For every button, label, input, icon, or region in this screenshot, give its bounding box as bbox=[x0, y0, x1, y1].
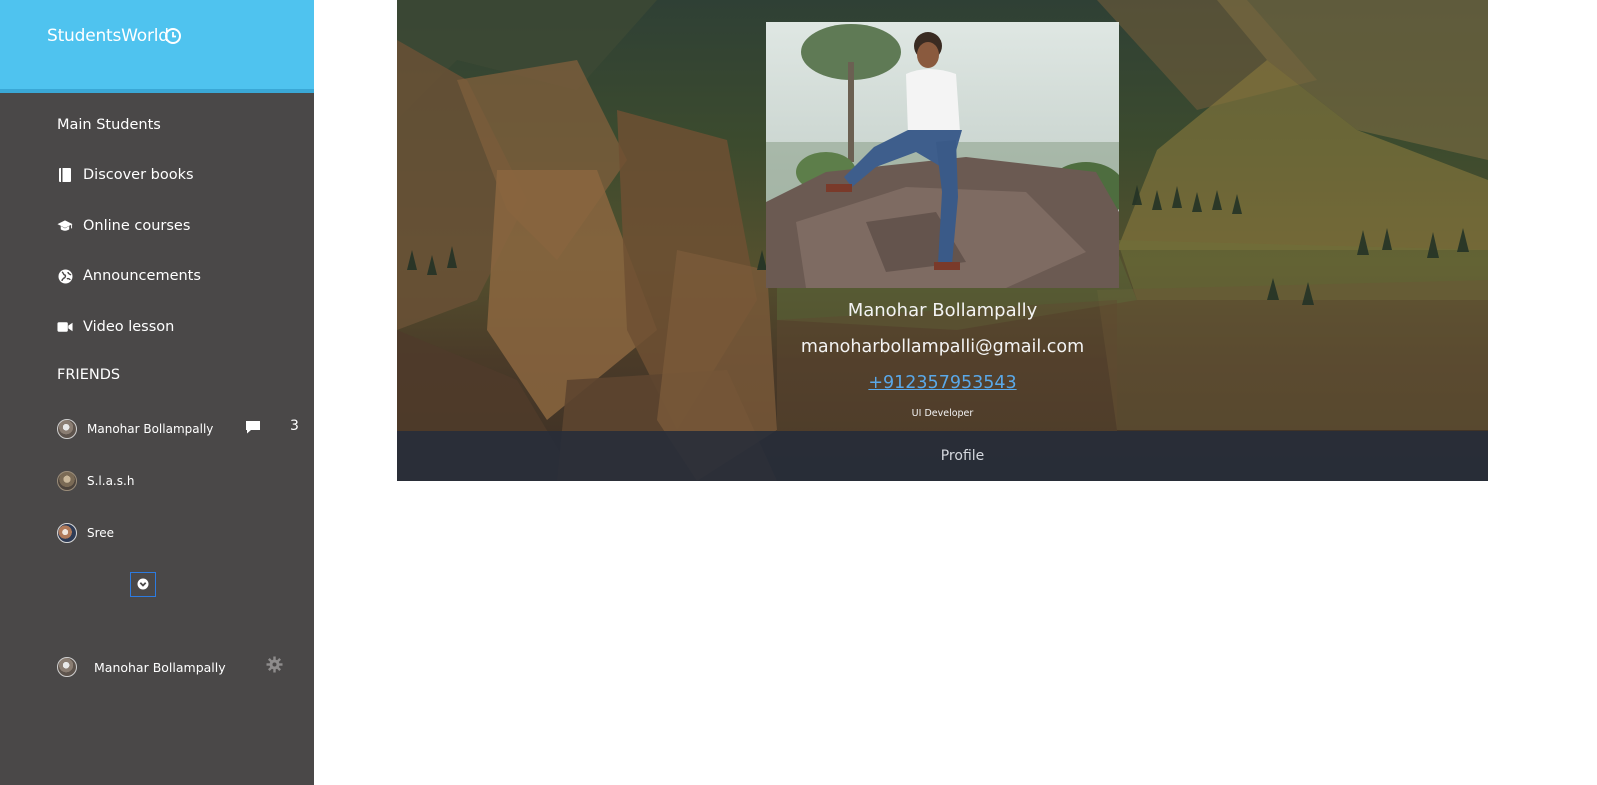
current-user[interactable]: Manohar Bollampally bbox=[57, 655, 297, 679]
nav-item-online-courses[interactable]: Online courses bbox=[57, 214, 190, 238]
book-icon bbox=[57, 167, 73, 183]
friend-name: Sree bbox=[87, 526, 115, 540]
clock-icon bbox=[165, 28, 181, 48]
friends-heading: FRIENDS bbox=[57, 367, 121, 383]
nav-item-label: Discover books bbox=[83, 167, 194, 183]
friend-name: Manohar Bollampally bbox=[87, 422, 214, 436]
nav-item-announcements[interactable]: Announcements bbox=[57, 264, 201, 288]
brand-title[interactable]: StudentsWorld bbox=[47, 26, 169, 46]
avatar bbox=[57, 471, 77, 491]
friend-name: S.l.a.s.h bbox=[87, 474, 135, 488]
nav-item-label: Announcements bbox=[83, 268, 201, 284]
chat-icon[interactable] bbox=[245, 420, 261, 438]
avatar bbox=[57, 657, 77, 677]
friend-item-slash[interactable]: S.l.a.s.h bbox=[57, 470, 307, 492]
profile-role: UI Developer bbox=[911, 408, 974, 419]
brand-header: StudentsWorld bbox=[0, 0, 314, 93]
nav-item-video-lesson[interactable]: Video lesson bbox=[57, 315, 174, 339]
nav-item-main-students[interactable]: Main Students bbox=[57, 113, 161, 137]
profile-tab[interactable]: Profile bbox=[941, 448, 985, 464]
profile-footer: Profile bbox=[397, 431, 1488, 481]
nav-item-label: Main Students bbox=[57, 117, 161, 133]
gear-icon[interactable] bbox=[266, 656, 283, 677]
friend-item-manohar[interactable]: Manohar Bollampally 3 bbox=[57, 418, 307, 440]
profile-phone: +912357953543 bbox=[397, 373, 1488, 393]
nav-item-label: Online courses bbox=[83, 218, 191, 234]
message-count: 3 bbox=[290, 418, 299, 434]
profile-card: Manohar Bollampally manoharbollampalli@g… bbox=[397, 0, 1488, 481]
phone-link[interactable]: +912357953543 bbox=[868, 373, 1016, 393]
profile-email: manoharbollampalli@gmail.com bbox=[800, 337, 1085, 357]
video-camera-icon bbox=[57, 319, 73, 335]
friend-item-sree[interactable]: Sree bbox=[57, 522, 307, 544]
globe-icon bbox=[57, 268, 73, 284]
nav-item-label: Video lesson bbox=[83, 319, 175, 335]
expand-friends-button[interactable] bbox=[130, 572, 156, 597]
profile-name: Manohar Bollampally bbox=[847, 300, 1038, 321]
avatar bbox=[57, 523, 77, 543]
current-user-name: Manohar Bollampally bbox=[94, 659, 226, 675]
avatar bbox=[57, 419, 77, 439]
chevron-down-circle-icon bbox=[137, 575, 149, 594]
nav-item-discover-books[interactable]: Discover books bbox=[57, 163, 194, 187]
sidebar: StudentsWorld Main Students Discover boo… bbox=[0, 0, 314, 785]
profile-photo bbox=[766, 22, 1119, 288]
graduation-cap-icon bbox=[57, 218, 73, 234]
